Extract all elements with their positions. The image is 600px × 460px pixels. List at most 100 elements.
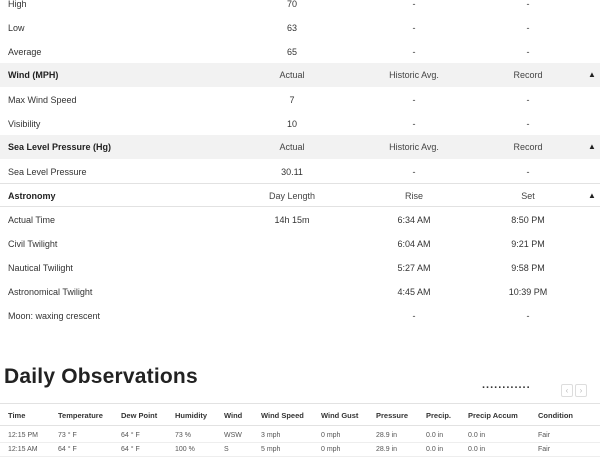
table-row: Average 65 - - xyxy=(0,40,600,64)
record-value: - xyxy=(526,167,530,177)
column-header-record: Record xyxy=(513,70,543,80)
wind-gust-cell: 0 mph xyxy=(321,432,341,439)
column-header-historic: Historic Avg. xyxy=(389,70,439,80)
set-value: 9:58 PM xyxy=(511,263,545,273)
previous-page-button[interactable]: ‹ xyxy=(561,384,573,397)
actual-value: 30.11 xyxy=(281,167,303,177)
next-page-button[interactable]: › xyxy=(575,384,587,397)
section-title: Wind (MPH) xyxy=(8,70,59,80)
wind-section-header[interactable]: Wind (MPH) Actual Historic Avg. Record ▲ xyxy=(0,63,600,87)
table-row: Actual Time 14h 15m 6:34 AM 8:50 PM xyxy=(0,208,600,232)
condition-cell: Fair xyxy=(538,432,551,439)
rise-value: 6:04 AM xyxy=(397,239,431,249)
column-header[interactable]: Precip. xyxy=(426,404,451,427)
set-value: 9:21 PM xyxy=(511,239,545,249)
actual-value: 70 xyxy=(286,0,298,9)
column-header[interactable]: Condition xyxy=(538,404,573,427)
column-header[interactable]: Humidity xyxy=(175,404,207,427)
table-row: Max Wind Speed 7 - - xyxy=(0,88,600,112)
row-label: Visibility xyxy=(8,119,41,129)
table-row: Low 63 - - xyxy=(0,16,600,40)
column-header-rise: Rise xyxy=(404,191,424,201)
precip-cell: 0.0 in xyxy=(426,446,444,453)
condition-cell: Fair xyxy=(538,446,551,453)
column-header[interactable]: Precip Accum xyxy=(468,404,518,427)
day-length-value: 14h 15m xyxy=(274,215,310,225)
temperature-cell: 73 ° F xyxy=(58,432,77,439)
rise-value: 4:45 AM xyxy=(397,287,431,297)
column-header[interactable]: Time xyxy=(8,404,25,427)
table-row: 12:15 AM 64 ° F 64 ° F 100 % S 5 mph 0 m… xyxy=(0,443,600,457)
section-title: Sea Level Pressure (Hg) xyxy=(8,142,112,152)
record-value: - xyxy=(526,119,530,129)
column-header[interactable]: Dew Point xyxy=(121,404,157,427)
row-label: Nautical Twilight xyxy=(8,263,73,273)
historic-value: - xyxy=(412,0,416,9)
column-header-historic: Historic Avg. xyxy=(389,142,439,152)
pressure-section-header[interactable]: Sea Level Pressure (Hg) Actual Historic … xyxy=(0,135,600,159)
wind-gust-cell: 0 mph xyxy=(321,446,341,453)
historic-value: - xyxy=(412,119,416,129)
column-header-actual: Actual xyxy=(279,142,305,152)
actual-value: 63 xyxy=(286,23,298,33)
time-cell: 12:15 AM xyxy=(8,446,38,453)
table-row: Astronomical Twilight 4:45 AM 10:39 PM xyxy=(0,280,600,304)
column-header-record: Record xyxy=(513,142,543,152)
precip-accum-cell: 0.0 in xyxy=(468,446,486,453)
row-label: Average xyxy=(8,47,42,57)
row-label: High xyxy=(8,0,27,9)
table-row: Sea Level Pressure 30.11 - - xyxy=(0,160,600,184)
rise-value: - xyxy=(412,311,416,321)
wind-cell: S xyxy=(224,446,229,453)
historic-value: - xyxy=(412,23,416,33)
row-label: Sea Level Pressure xyxy=(8,167,87,177)
set-value: 10:39 PM xyxy=(508,287,548,297)
table-row: Moon: waxing crescent - - xyxy=(0,304,600,328)
time-cell: 12:15 PM xyxy=(8,432,38,439)
astronomy-section-header[interactable]: Astronomy Day Length Rise Set ▲ xyxy=(0,183,600,207)
caret-up-icon[interactable]: ▲ xyxy=(588,184,596,208)
rise-value: 6:34 AM xyxy=(397,215,431,225)
column-header-set: Set xyxy=(521,191,535,201)
table-row: High 70 - - xyxy=(0,0,600,16)
dew-point-cell: 64 ° F xyxy=(121,432,140,439)
row-label: Actual Time xyxy=(8,215,56,225)
column-header[interactable]: Temperature xyxy=(58,404,103,427)
column-header-actual: Actual xyxy=(279,70,305,80)
column-header[interactable]: Wind Speed xyxy=(261,404,304,427)
column-header[interactable]: Wind Gust xyxy=(321,404,358,427)
record-value: - xyxy=(526,95,530,105)
column-header[interactable]: Wind xyxy=(224,404,242,427)
pagination-dots[interactable]: ............ xyxy=(482,379,531,391)
temperature-cell: 64 ° F xyxy=(58,446,77,453)
daily-observations-title: Daily Observations xyxy=(4,365,198,388)
record-value: - xyxy=(526,23,530,33)
record-value: - xyxy=(526,47,530,57)
caret-up-icon[interactable]: ▲ xyxy=(588,63,596,87)
pressure-cell: 28.9 in xyxy=(376,432,398,439)
dew-point-cell: 64 ° F xyxy=(121,446,140,453)
row-label: Astronomical Twilight xyxy=(8,287,93,297)
wind-speed-cell: 3 mph xyxy=(261,432,281,439)
humidity-cell: 73 % xyxy=(175,432,191,439)
section-title: Astronomy xyxy=(8,191,56,201)
table-row: Nautical Twilight 5:27 AM 9:58 PM xyxy=(0,256,600,280)
table-header: Time Temperature Dew Point Humidity Wind… xyxy=(0,403,600,426)
actual-value: 7 xyxy=(289,95,295,105)
caret-up-icon[interactable]: ▲ xyxy=(588,135,596,159)
wind-cell: WSW xyxy=(224,432,242,439)
column-header[interactable]: Pressure xyxy=(376,404,408,427)
row-label: Max Wind Speed xyxy=(8,95,77,105)
humidity-cell: 100 % xyxy=(175,446,195,453)
pressure-cell: 28.9 in xyxy=(376,446,398,453)
table-row: 12:15 PM 73 ° F 64 ° F 73 % WSW 3 mph 0 … xyxy=(0,429,600,443)
precip-cell: 0.0 in xyxy=(426,432,444,439)
rise-value: 5:27 AM xyxy=(397,263,431,273)
historic-value: - xyxy=(412,47,416,57)
historic-value: - xyxy=(412,95,416,105)
row-label: Low xyxy=(8,23,25,33)
row-label: Civil Twilight xyxy=(8,239,58,249)
wind-speed-cell: 5 mph xyxy=(261,446,281,453)
table-row: Visibility 10 - - xyxy=(0,112,600,136)
actual-value: 65 xyxy=(286,47,298,57)
